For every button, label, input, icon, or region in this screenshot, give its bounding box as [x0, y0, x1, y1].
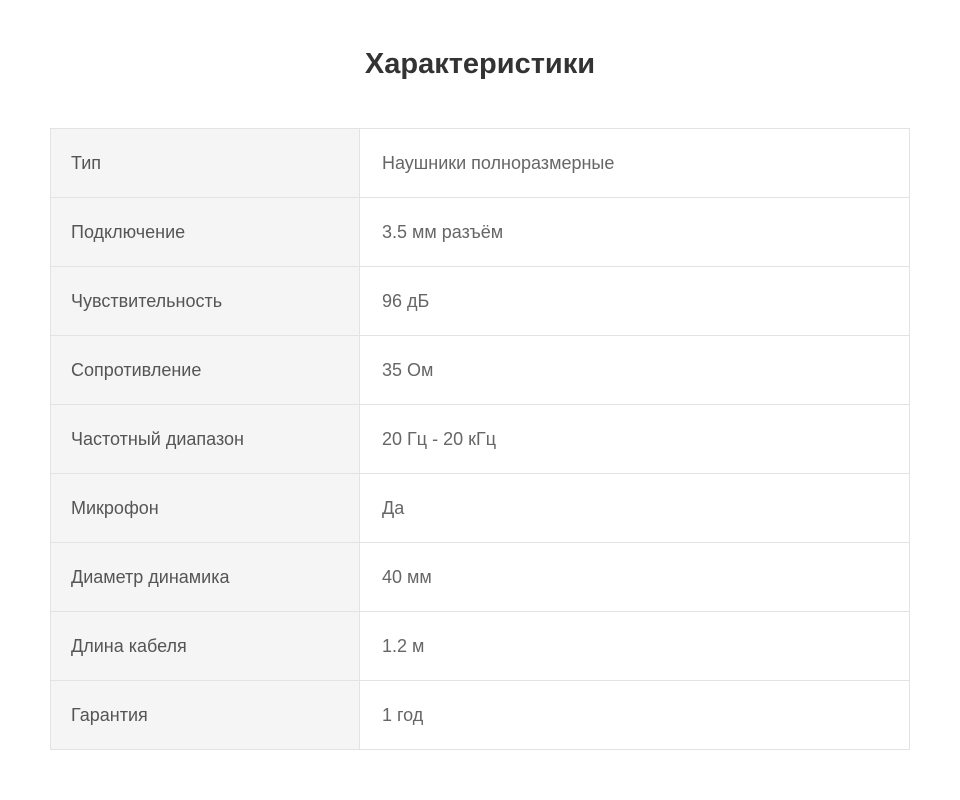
- spec-value: Да: [359, 473, 910, 543]
- specs-table: Тип Наушники полноразмерные Подключение …: [50, 128, 910, 750]
- spec-value: 3.5 мм разъём: [359, 197, 910, 267]
- spec-value: 20 Гц - 20 кГц: [359, 404, 910, 474]
- spec-key: Частотный диапазон: [50, 404, 360, 474]
- spec-value: 35 Ом: [359, 335, 910, 405]
- table-row: Сопротивление 35 Ом: [50, 335, 910, 405]
- spec-key: Подключение: [50, 197, 360, 267]
- table-row: Длина кабеля 1.2 м: [50, 611, 910, 681]
- spec-value: Наушники полноразмерные: [359, 128, 910, 198]
- spec-value: 1.2 м: [359, 611, 910, 681]
- table-row: Гарантия 1 год: [50, 680, 910, 750]
- spec-key: Диаметр динамика: [50, 542, 360, 612]
- spec-value: 96 дБ: [359, 266, 910, 336]
- spec-key: Длина кабеля: [50, 611, 360, 681]
- spec-key: Тип: [50, 128, 360, 198]
- table-row: Микрофон Да: [50, 473, 910, 543]
- spec-key: Чувствительность: [50, 266, 360, 336]
- table-row: Частотный диапазон 20 Гц - 20 кГц: [50, 404, 910, 474]
- specs-page: Характеристики Тип Наушники полноразмерн…: [0, 0, 960, 800]
- table-row: Чувствительность 96 дБ: [50, 266, 910, 336]
- table-row: Диаметр динамика 40 мм: [50, 542, 910, 612]
- table-row: Тип Наушники полноразмерные: [50, 128, 910, 198]
- spec-value: 1 год: [382, 704, 424, 725]
- spec-key: Микрофон: [50, 473, 360, 543]
- table-row: Подключение 3.5 мм разъём: [50, 197, 910, 267]
- spec-key: Гарантия: [50, 680, 360, 750]
- spec-value: 40 мм: [359, 542, 910, 612]
- page-title: Характеристики: [364, 48, 596, 80]
- spec-key: Сопротивление: [50, 335, 360, 405]
